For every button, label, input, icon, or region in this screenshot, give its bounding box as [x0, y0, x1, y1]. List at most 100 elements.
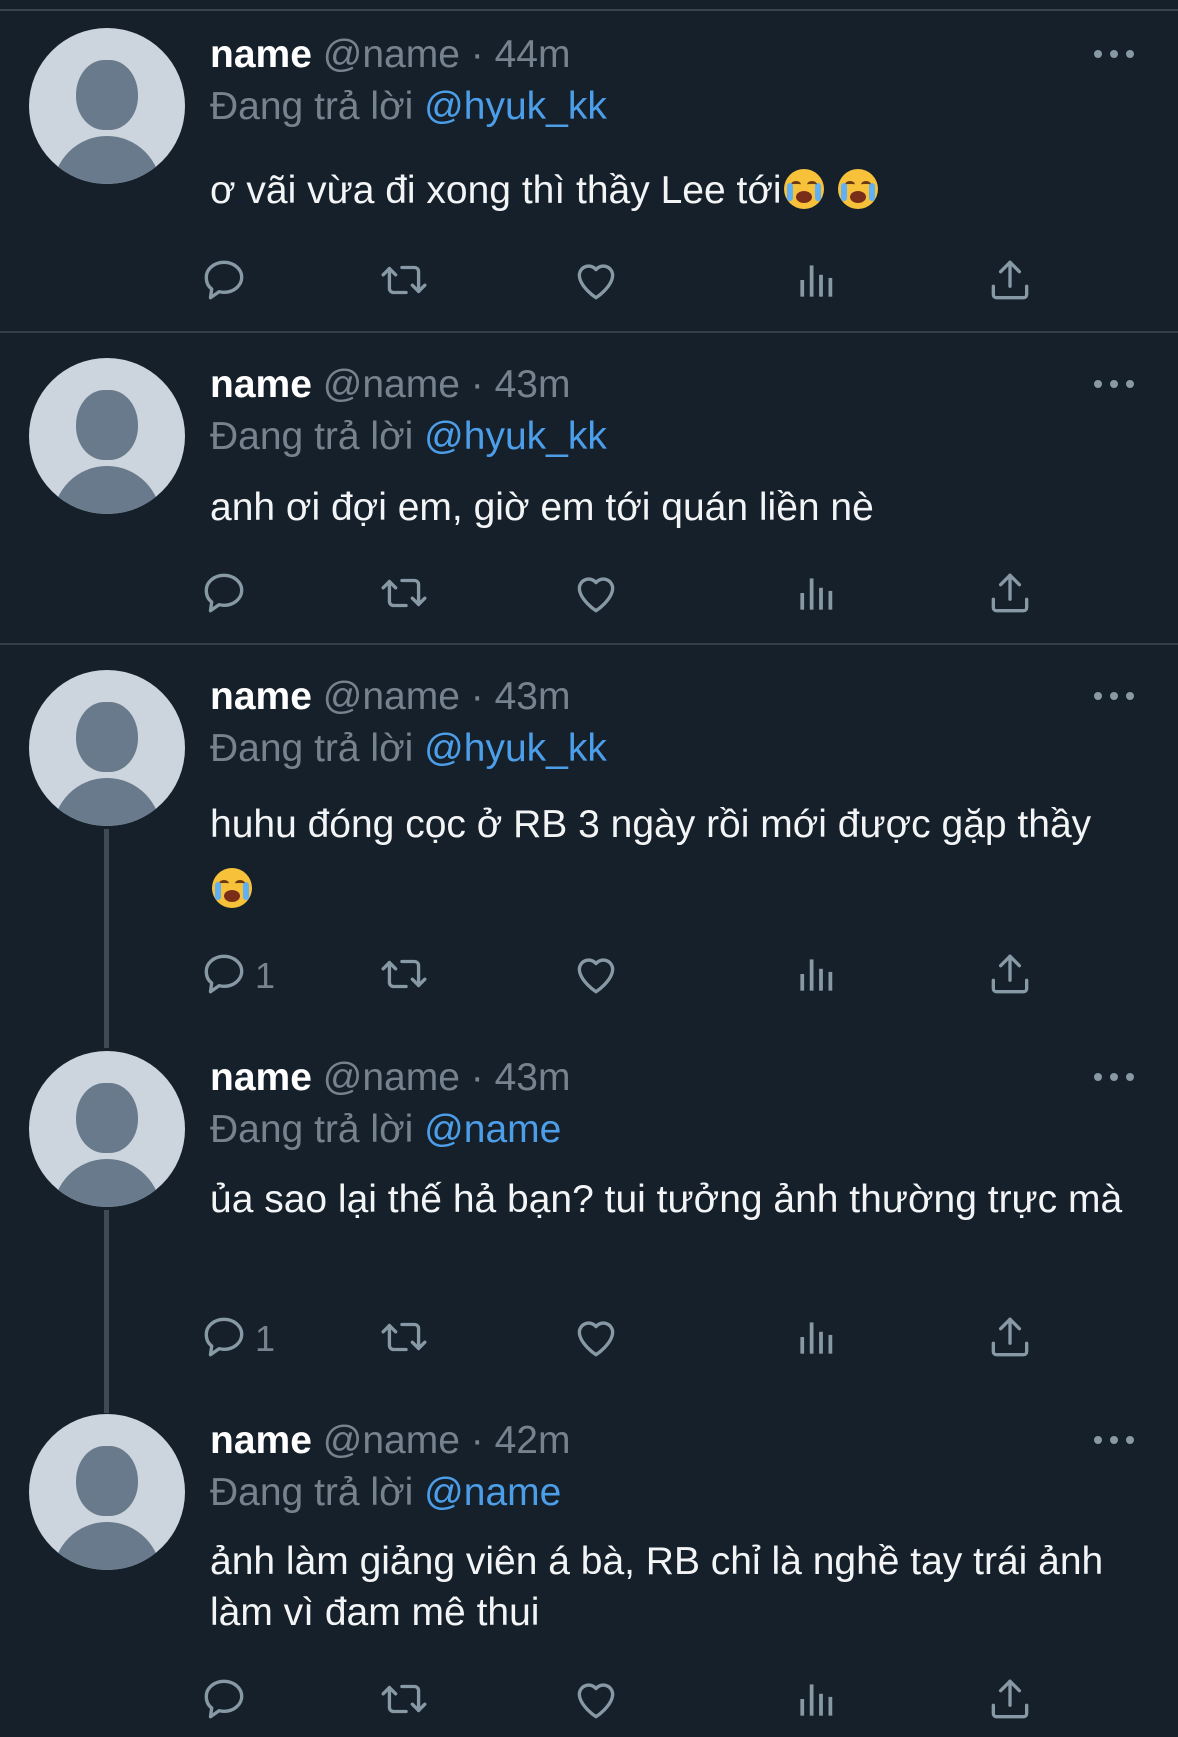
display-name[interactable]: name [210, 1419, 312, 1462]
like-icon [571, 255, 621, 310]
share-button[interactable] [985, 1314, 1035, 1364]
display-name[interactable]: name [210, 363, 312, 406]
reply-button[interactable] [199, 257, 255, 307]
tweet-text: huhu đóng cọc ở RB 3 ngày rồi mới được g… [210, 792, 1130, 922]
share-icon [985, 255, 1035, 310]
handle[interactable]: @name [323, 1419, 460, 1462]
share-icon [985, 1312, 1035, 1367]
handle[interactable]: @name [323, 1056, 460, 1099]
retweet-button[interactable] [379, 1314, 429, 1364]
display-name[interactable]: name [210, 1056, 312, 1099]
reply-prefix: Đang trả lời [210, 1471, 414, 1514]
avatar[interactable] [29, 1414, 185, 1570]
tweet-actions [0, 1676, 1178, 1726]
reply-prefix: Đang trả lời [210, 85, 414, 128]
more-icon[interactable] [1094, 692, 1134, 702]
like-button[interactable] [571, 257, 621, 307]
tweet-text-content: ủa sao lại thế hả bạn? tui tưởng ảnh thư… [210, 1178, 1123, 1221]
reply-context: Đang trả lời @name [210, 1107, 561, 1153]
thread-line [104, 829, 109, 1048]
divider [0, 331, 1178, 333]
more-icon[interactable] [1094, 50, 1134, 60]
like-button[interactable] [571, 951, 621, 1001]
timestamp[interactable]: 42m [495, 1419, 571, 1462]
retweet-button[interactable] [379, 1676, 429, 1726]
reply-icon [199, 1674, 249, 1729]
tweet-header: name @name · 42m [210, 1418, 570, 1464]
separator-dot: · [470, 1419, 484, 1462]
timestamp[interactable]: 43m [495, 675, 571, 718]
display-name[interactable]: name [210, 33, 312, 76]
share-button[interactable] [985, 570, 1035, 620]
avatar[interactable] [29, 358, 185, 514]
timestamp[interactable]: 43m [495, 1056, 571, 1099]
tweet-text-content: ơ vãi vừa đi xong thì thầy Lee tới [210, 169, 782, 212]
reply-mention[interactable]: @name [424, 1108, 561, 1151]
reply-button[interactable]: 1 [199, 951, 275, 1001]
tweet-header: name @name · 43m [210, 362, 570, 408]
views-button[interactable] [791, 1676, 841, 1726]
tweet-text: ủa sao lại thế hả bạn? tui tưởng ảnh thư… [210, 1174, 1130, 1225]
views-button[interactable] [791, 1314, 841, 1364]
timestamp[interactable]: 44m [495, 33, 571, 76]
tweet-text-content: anh ơi đợi em, giờ em tới quán liền nè [210, 486, 874, 529]
reply-count: 1 [255, 1318, 276, 1359]
reply-button[interactable]: 1 [199, 1314, 275, 1364]
separator-dot: · [470, 363, 484, 406]
retweet-icon [379, 949, 429, 1004]
separator-dot: · [470, 33, 484, 76]
tweet-header: name @name · 43m [210, 674, 570, 720]
tweet-actions [0, 257, 1178, 307]
avatar[interactable] [29, 670, 185, 826]
handle[interactable]: @name [323, 33, 460, 76]
reply-context: Đang trả lời @hyuk_kk [210, 84, 607, 130]
views-icon [791, 1312, 841, 1367]
share-button[interactable] [985, 1676, 1035, 1726]
tweet-text: ơ vãi vừa đi xong thì thầy Lee tới [210, 165, 1130, 216]
like-button[interactable] [571, 570, 621, 620]
tweet-actions [0, 570, 1178, 620]
more-icon[interactable] [1094, 1073, 1134, 1083]
reply-context: Đang trả lời @hyuk_kk [210, 726, 607, 772]
like-button[interactable] [571, 1676, 621, 1726]
tweet-text-content: huhu đóng cọc ở RB 3 ngày rồi mới được g… [210, 803, 1092, 846]
retweet-icon [379, 255, 429, 310]
tweet-actions: 1 [0, 1314, 1178, 1364]
separator-dot: · [470, 675, 484, 718]
like-icon [571, 1312, 621, 1367]
reply-mention[interactable]: @name [424, 1471, 561, 1514]
views-button[interactable] [791, 570, 841, 620]
like-button[interactable] [571, 1314, 621, 1364]
retweet-button[interactable] [379, 951, 429, 1001]
reply-mention[interactable]: @hyuk_kk [424, 85, 607, 128]
avatar[interactable] [29, 1051, 185, 1207]
reply-button[interactable] [199, 1676, 255, 1726]
views-button[interactable] [791, 257, 841, 307]
share-button[interactable] [985, 257, 1035, 307]
reply-count: 1 [255, 955, 276, 996]
avatar[interactable] [29, 28, 185, 184]
share-icon [985, 1674, 1035, 1729]
retweet-button[interactable] [379, 257, 429, 307]
reply-mention[interactable]: @hyuk_kk [424, 727, 607, 770]
like-icon [571, 568, 621, 623]
retweet-icon [379, 568, 429, 623]
reply-mention[interactable]: @hyuk_kk [424, 415, 607, 458]
handle[interactable]: @name [323, 363, 460, 406]
more-icon[interactable] [1094, 380, 1134, 390]
reply-icon [199, 255, 249, 310]
share-button[interactable] [985, 951, 1035, 1001]
timestamp[interactable]: 43m [495, 363, 571, 406]
tweet-text-content: ảnh làm giảng viên á bà, RB chỉ là nghề … [210, 1540, 1104, 1634]
views-button[interactable] [791, 951, 841, 1001]
tweet-header: name @name · 44m [210, 32, 570, 78]
handle[interactable]: @name [323, 675, 460, 718]
reply-button[interactable] [199, 570, 255, 620]
reply-icon [199, 949, 249, 1004]
display-name[interactable]: name [210, 675, 312, 718]
more-icon[interactable] [1094, 1436, 1134, 1446]
loudly-crying-face-emoji [212, 868, 252, 908]
tweet-text: anh ơi đợi em, giờ em tới quán liền nè [210, 482, 1130, 533]
reply-icon [199, 1312, 249, 1367]
retweet-button[interactable] [379, 570, 429, 620]
